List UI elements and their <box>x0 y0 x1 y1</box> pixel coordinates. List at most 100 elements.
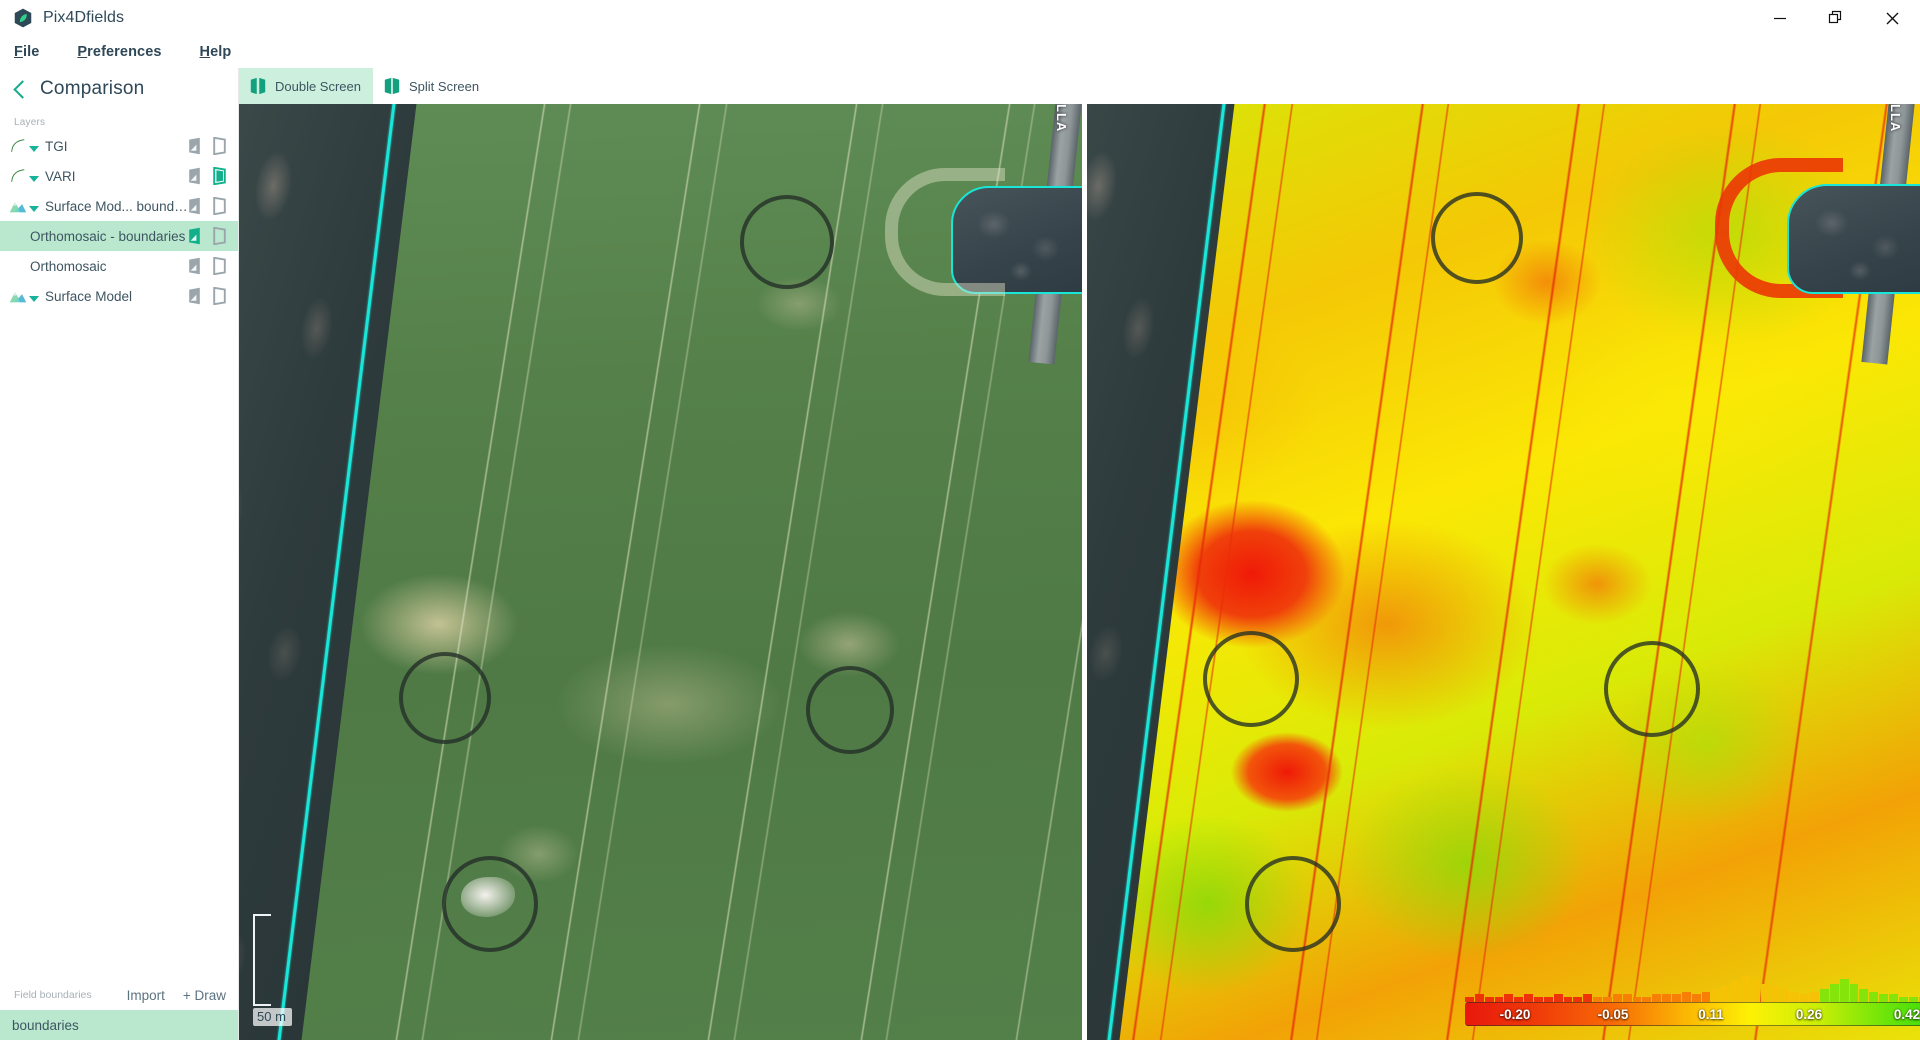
minimize-button[interactable] <box>1752 0 1808 36</box>
layer-screen-toggles <box>188 167 226 185</box>
sidebar: Comparison Layers TGI VARI Surface Mod..… <box>0 68 239 1040</box>
histogram-bar <box>1701 991 1711 1002</box>
layer-item-surface-mod-boundaries[interactable]: Surface Mod... boundaries <box>0 191 238 221</box>
restore-window-button[interactable] <box>1808 0 1864 36</box>
right-screen-toggle[interactable] <box>213 287 226 305</box>
legend-histogram <box>1465 976 1920 1002</box>
legend-tick-label: 0.42 <box>1893 1006 1920 1022</box>
histogram-bar <box>1819 989 1829 1002</box>
left-screen-toggle[interactable] <box>188 287 201 305</box>
legend-tick-label: 0.11 <box>1698 1006 1724 1022</box>
histogram-bar <box>1691 994 1701 1002</box>
layer-item-vari[interactable]: VARI <box>0 161 238 191</box>
annotation-circle-7 <box>1604 641 1700 737</box>
layer-item-orthomosaic[interactable]: Orthomosaic <box>0 251 238 281</box>
chevron-down-icon[interactable] <box>29 206 39 212</box>
right-screen-toggle[interactable] <box>213 137 226 155</box>
import-boundaries-button[interactable]: Import <box>127 988 165 1003</box>
vari-colorbar-legend: -0.20 -0.05 0.11 0.26 0.42 <box>1465 976 1920 1026</box>
layer-item-tgi[interactable]: TGI <box>0 131 238 161</box>
menu-help-rest: elp <box>210 44 232 60</box>
field-boundary-item-boundaries[interactable]: boundaries <box>0 1010 238 1040</box>
layer-item-label: Orthomosaic - boundaries <box>30 228 186 244</box>
histogram-bar <box>1770 986 1780 1002</box>
layer-item-label: Surface Model <box>45 288 133 304</box>
histogram-bar <box>1681 991 1691 1002</box>
page-title: Comparison <box>40 78 145 99</box>
right-screen-toggle[interactable] <box>213 197 226 215</box>
sidebar-header: Comparison <box>0 68 238 110</box>
headland-turn-loop-left <box>885 168 1005 296</box>
menu-preferences-rest: references <box>87 44 162 60</box>
left-screen-toggle[interactable] <box>188 197 201 215</box>
tab-split-screen[interactable]: Split Screen <box>373 68 491 104</box>
annotation-circle-6 <box>1203 631 1299 727</box>
layer-item-label: TGI <box>45 138 68 154</box>
histogram-bar <box>1504 994 1514 1002</box>
window-controls <box>1752 0 1920 36</box>
layer-screen-toggles <box>188 227 226 245</box>
field-boundaries-actions: Import + Draw <box>127 988 226 1003</box>
map-pane-left[interactable]: LLA 50 m <box>239 104 1082 1040</box>
field-boundary-item-label: boundaries <box>12 1017 79 1033</box>
app-title: Pix4Dfields <box>43 9 125 26</box>
histogram-bar <box>1869 991 1879 1002</box>
menu-file[interactable]: File <box>14 44 39 60</box>
map-pane-right[interactable]: LLA -0.20 -0.05 0.11 0.26 0.42 <box>1087 104 1920 1040</box>
menu-file-rest: ile <box>22 44 40 60</box>
histogram-bar <box>1879 994 1888 1002</box>
right-screen-toggle[interactable] <box>213 227 226 245</box>
scale-bar: 50 m <box>253 914 292 1026</box>
right-screen-toggle[interactable] <box>213 167 226 185</box>
left-screen-toggle[interactable] <box>188 257 201 275</box>
layer-list: TGI VARI Surface Mod... boundaries Ortho… <box>0 131 238 311</box>
layer-screen-toggles <box>188 137 226 155</box>
left-screen-toggle[interactable] <box>188 137 201 155</box>
menu-help-mnemonic: H <box>199 44 211 60</box>
field-boundaries-label: Field boundaries <box>14 989 92 1001</box>
histogram-bar <box>1760 983 1770 1002</box>
layer-item-surface-model[interactable]: Surface Model <box>0 281 238 311</box>
histogram-bar <box>1612 994 1622 1002</box>
road-label-right: LLA <box>1888 104 1903 133</box>
histogram-bar <box>1849 983 1859 1002</box>
map-comparison-area: LLA 50 m LLA -0.20 -0.05 0.11 0.26 0.42 <box>239 104 1920 1040</box>
layer-item-orthomosaic-boundaries[interactable]: Orthomosaic - boundaries <box>0 221 238 251</box>
menu-preferences[interactable]: Preferences <box>77 44 161 60</box>
right-screen-toggle[interactable] <box>213 257 226 275</box>
chevron-down-icon[interactable] <box>29 176 39 182</box>
field-boundaries-bar: Field boundaries Import + Draw <box>0 980 238 1010</box>
menu-help[interactable]: Help <box>200 44 232 60</box>
menu-file-mnemonic: F <box>14 44 23 60</box>
leaf-index-icon <box>11 139 25 152</box>
annotation-circle-1 <box>740 195 834 289</box>
tab-double-screen-label: Double Screen <box>275 78 361 94</box>
title-bar: Pix4Dfields <box>0 0 1920 36</box>
view-mode-toolbar: Double Screen Split Screen <box>239 68 1920 104</box>
histogram-bar <box>1583 994 1593 1002</box>
menu-preferences-mnemonic: P <box>77 44 88 60</box>
histogram-bar <box>1829 983 1839 1002</box>
left-screen-toggle[interactable] <box>188 167 201 185</box>
annotation-circle-2 <box>399 652 491 744</box>
tab-double-screen[interactable]: Double Screen <box>239 68 373 104</box>
tree-cluster-polygon-right <box>1787 184 1920 294</box>
draw-boundary-button[interactable]: + Draw <box>183 988 226 1003</box>
histogram-bar <box>1672 994 1681 1002</box>
histogram-bar <box>1750 978 1760 1002</box>
close-button[interactable] <box>1864 0 1920 36</box>
layer-screen-toggles <box>188 287 226 305</box>
layers-section-label: Layers <box>14 117 46 128</box>
left-screen-toggle[interactable] <box>188 227 201 245</box>
double-screen-icon <box>250 77 266 95</box>
surface-model-icon <box>9 202 27 213</box>
chevron-down-icon[interactable] <box>29 146 39 152</box>
histogram-bar <box>1721 986 1731 1002</box>
scale-bar-label: 50 m <box>253 1008 292 1026</box>
histogram-bar <box>1800 994 1810 1002</box>
histogram-bar <box>1553 994 1563 1002</box>
chevron-down-icon[interactable] <box>29 296 39 302</box>
histogram-bar <box>1622 994 1632 1002</box>
back-chevron-icon[interactable] <box>13 79 32 99</box>
